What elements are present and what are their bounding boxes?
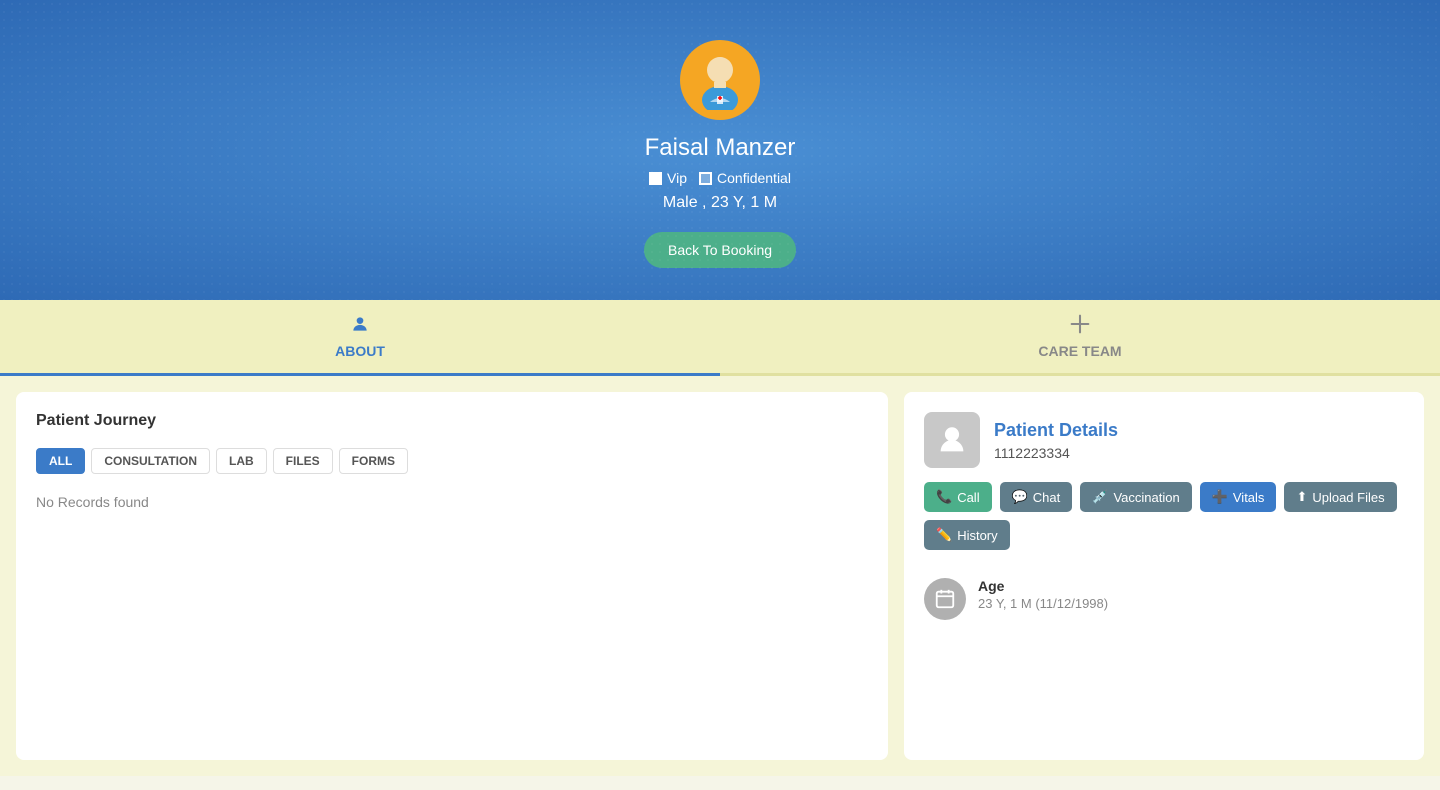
upload-files-label: Upload Files: [1312, 490, 1384, 505]
confidential-checkbox: [699, 172, 712, 185]
vip-tag: Vip: [649, 170, 687, 186]
chat-button[interactable]: 💬 Chat: [1000, 482, 1073, 512]
vaccination-label: Vaccination: [1113, 490, 1179, 505]
care-team-icon: [1070, 314, 1090, 339]
about-icon: [350, 314, 370, 339]
chat-icon: 💬: [1012, 489, 1028, 505]
vitals-icon: ➕: [1212, 489, 1228, 505]
patient-name: Faisal Manzer: [20, 134, 1420, 162]
age-label: Age: [978, 578, 1108, 594]
filter-all[interactable]: ALL: [36, 448, 85, 474]
confidential-label: Confidential: [717, 170, 791, 186]
nav-tabs: ABOUT CARE TEAM: [0, 300, 1440, 376]
main-content: Patient Journey ALL CONSULTATION LAB FIL…: [0, 376, 1440, 776]
journey-title: Patient Journey: [36, 412, 868, 430]
patient-demographics: Male , 23 Y, 1 M: [20, 194, 1420, 212]
filter-tabs: ALL CONSULTATION LAB FILES FORMS: [36, 448, 868, 474]
patient-journey-card: Patient Journey ALL CONSULTATION LAB FIL…: [16, 392, 888, 760]
doctor-icon: [690, 50, 750, 110]
vaccination-icon: 💉: [1092, 489, 1108, 505]
confidential-tag: Confidential: [699, 170, 791, 186]
tab-care-team-label: CARE TEAM: [1038, 343, 1121, 359]
action-buttons: 📞 Call 💬 Chat 💉 Vaccination ➕ Vitals ⬆ U…: [924, 482, 1404, 550]
tab-about-label: ABOUT: [335, 343, 385, 359]
vip-checkbox: [649, 172, 662, 185]
details-header: Patient Details 1112223334: [924, 412, 1404, 468]
patient-details-card: Patient Details 1112223334 📞 Call 💬 Chat…: [904, 392, 1424, 760]
patient-avatar-wrapper: [680, 40, 760, 120]
details-info: Patient Details 1112223334: [994, 420, 1118, 461]
vitals-label: Vitals: [1233, 490, 1265, 505]
age-section: Age 23 Y, 1 M (11/12/1998): [924, 568, 1404, 630]
back-to-booking-button[interactable]: Back To Booking: [644, 232, 796, 268]
patient-avatar: [680, 40, 760, 120]
filter-forms[interactable]: FORMS: [339, 448, 408, 474]
details-title: Patient Details: [994, 420, 1118, 441]
vaccination-button[interactable]: 💉 Vaccination: [1080, 482, 1191, 512]
details-phone: 1112223334: [994, 445, 1118, 461]
tab-about[interactable]: ABOUT: [0, 300, 720, 376]
history-button[interactable]: ✏️ History: [924, 520, 1010, 550]
age-details: Age 23 Y, 1 M (11/12/1998): [978, 578, 1108, 611]
details-avatar: [924, 412, 980, 468]
calendar-icon: [934, 588, 956, 610]
age-value: 23 Y, 1 M (11/12/1998): [978, 596, 1108, 611]
chat-label: Chat: [1033, 490, 1060, 505]
filter-lab[interactable]: LAB: [216, 448, 267, 474]
no-records-text: No Records found: [36, 494, 868, 510]
call-button[interactable]: 📞 Call: [924, 482, 992, 512]
vip-label: Vip: [667, 170, 687, 186]
patient-tags: Vip Confidential: [20, 170, 1420, 186]
age-icon-wrapper: [924, 578, 966, 620]
vitals-button[interactable]: ➕ Vitals: [1200, 482, 1277, 512]
filter-consultation[interactable]: CONSULTATION: [91, 448, 210, 474]
upload-icon: ⬆: [1296, 489, 1307, 505]
call-icon: 📞: [936, 489, 952, 505]
patient-avatar-icon: [935, 423, 969, 457]
history-label: History: [957, 528, 997, 543]
header-section: Faisal Manzer Vip Confidential Male , 23…: [0, 0, 1440, 300]
history-icon: ✏️: [936, 527, 952, 543]
filter-files[interactable]: FILES: [273, 448, 333, 474]
call-label: Call: [957, 490, 979, 505]
tab-care-team[interactable]: CARE TEAM: [720, 300, 1440, 376]
upload-files-button[interactable]: ⬆ Upload Files: [1284, 482, 1396, 512]
